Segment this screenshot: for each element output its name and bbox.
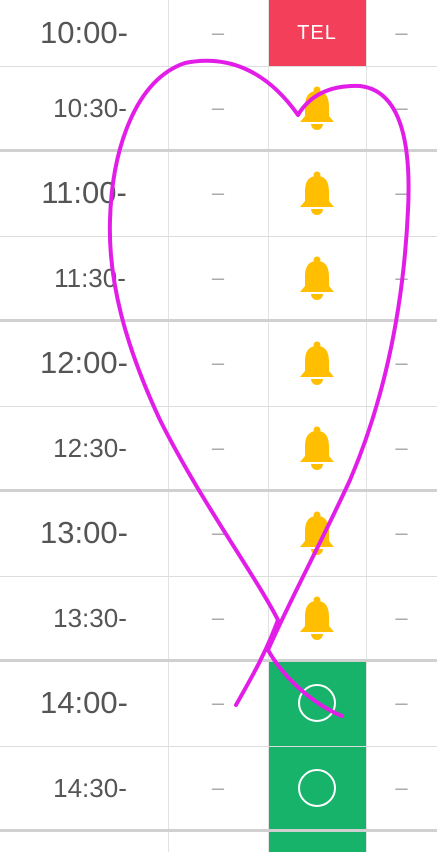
available-slot-button[interactable] bbox=[268, 660, 366, 746]
bell-slot[interactable] bbox=[268, 320, 366, 406]
tel-slot-button[interactable]: TEL bbox=[268, 0, 366, 66]
slot-empty: – bbox=[211, 605, 225, 630]
row-divider bbox=[0, 746, 437, 747]
row-divider bbox=[0, 659, 437, 662]
slot-empty: – bbox=[395, 520, 408, 545]
table-row: 13:00- – – bbox=[0, 490, 437, 576]
table-row: 14:00- – – bbox=[0, 660, 437, 746]
column-divider bbox=[366, 0, 367, 852]
slot-empty: – bbox=[211, 20, 225, 45]
row-divider bbox=[0, 149, 437, 152]
slot-empty: – bbox=[395, 95, 408, 120]
table-row: 12:30- – – bbox=[0, 406, 437, 490]
table-row bbox=[0, 830, 437, 852]
bell-icon bbox=[297, 425, 337, 471]
slot-empty: – bbox=[395, 20, 408, 45]
time-label: 10:00- bbox=[40, 15, 128, 50]
row-divider bbox=[0, 236, 437, 237]
bell-icon bbox=[297, 595, 337, 641]
slot-empty: – bbox=[211, 775, 225, 800]
bell-slot[interactable] bbox=[268, 150, 366, 236]
available-slot-button[interactable] bbox=[268, 746, 366, 830]
row-divider bbox=[0, 489, 437, 492]
time-label: 12:00- bbox=[40, 345, 128, 380]
bell-slot[interactable] bbox=[268, 406, 366, 490]
row-divider bbox=[0, 66, 437, 67]
table-row: 11:30- – – bbox=[0, 236, 437, 320]
slot-empty: – bbox=[395, 435, 408, 460]
slot-empty: – bbox=[395, 265, 408, 290]
circle-icon bbox=[298, 684, 336, 722]
bell-icon bbox=[297, 255, 337, 301]
row-divider bbox=[0, 319, 437, 322]
slot-empty: – bbox=[395, 605, 408, 630]
slot-empty: – bbox=[211, 435, 225, 460]
bell-icon bbox=[297, 170, 337, 216]
column-divider bbox=[268, 0, 269, 852]
bell-icon bbox=[297, 510, 337, 556]
available-slot-button[interactable] bbox=[268, 830, 366, 852]
row-divider bbox=[0, 829, 437, 832]
time-label: 10:30- bbox=[53, 92, 127, 123]
slot-empty: – bbox=[211, 350, 225, 375]
circle-icon bbox=[298, 769, 336, 807]
slot-empty: – bbox=[395, 180, 408, 205]
slot-empty: – bbox=[395, 690, 408, 715]
bell-slot[interactable] bbox=[268, 490, 366, 576]
time-label: 11:30- bbox=[54, 262, 126, 293]
slot-empty: – bbox=[395, 775, 408, 800]
slot-empty: – bbox=[211, 95, 225, 120]
bell-icon bbox=[297, 85, 337, 131]
bell-slot[interactable] bbox=[268, 236, 366, 320]
schedule-grid: 10:00- – TEL – 10:30- – – 11:00- – – 11:… bbox=[0, 0, 437, 852]
slot-empty: – bbox=[211, 180, 225, 205]
slot-empty: – bbox=[395, 350, 408, 375]
table-row: 10:00- – TEL – bbox=[0, 0, 437, 66]
table-row: 10:30- – – bbox=[0, 66, 437, 150]
slot-empty: – bbox=[211, 265, 225, 290]
time-label: 14:30- bbox=[53, 772, 127, 803]
column-divider bbox=[168, 0, 169, 852]
slot-empty: – bbox=[211, 690, 225, 715]
time-label: 14:00- bbox=[40, 685, 128, 720]
row-divider bbox=[0, 576, 437, 577]
bell-icon bbox=[297, 340, 337, 386]
time-label: 13:30- bbox=[53, 602, 127, 633]
row-divider bbox=[0, 406, 437, 407]
slot-empty: – bbox=[211, 520, 225, 545]
table-row: 12:00- – – bbox=[0, 320, 437, 406]
table-row: 11:00- – – bbox=[0, 150, 437, 236]
time-label: 11:00- bbox=[41, 175, 127, 210]
bell-slot[interactable] bbox=[268, 576, 366, 660]
table-row: 14:30- – – bbox=[0, 746, 437, 830]
time-label: 13:00- bbox=[40, 515, 128, 550]
bell-slot[interactable] bbox=[268, 66, 366, 150]
table-row: 13:30- – – bbox=[0, 576, 437, 660]
time-label: 12:30- bbox=[53, 432, 127, 463]
